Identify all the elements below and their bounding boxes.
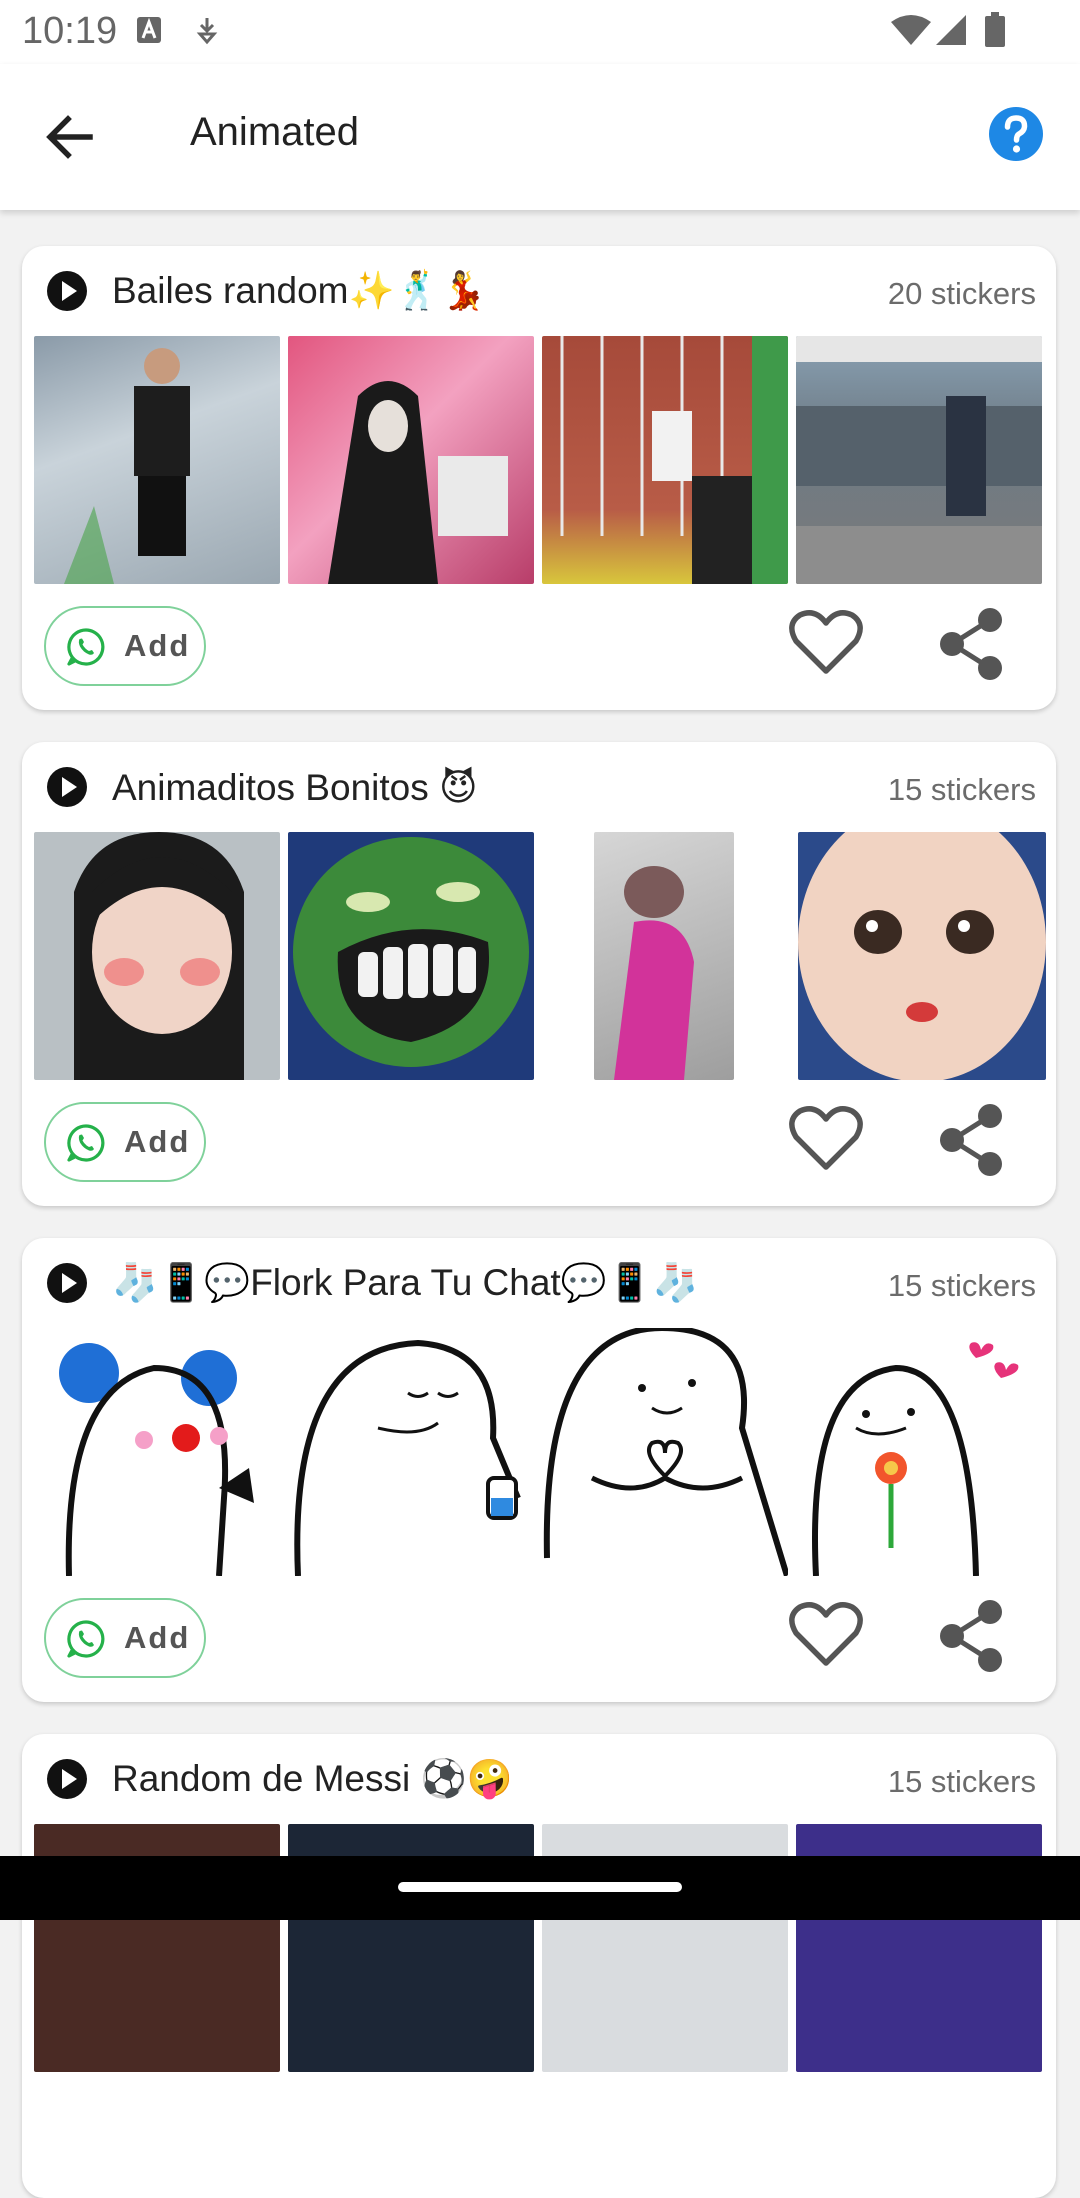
app-bar: Animated bbox=[0, 64, 1080, 210]
sticker-thumbnail bbox=[288, 1328, 534, 1576]
share-icon[interactable] bbox=[936, 606, 1008, 682]
signal-icon bbox=[936, 15, 966, 45]
sticker-pack-card[interactable]: Random de Messi ⚽🤪 15 stickers bbox=[22, 1734, 1056, 2198]
sticker-thumbnail bbox=[288, 336, 534, 584]
home-gesture-handle[interactable] bbox=[398, 1882, 682, 1892]
sticker-thumbnail bbox=[542, 336, 788, 584]
play-icon[interactable] bbox=[46, 766, 88, 808]
sticker-count: 20 stickers bbox=[887, 276, 1036, 311]
sticker-thumbnail bbox=[288, 832, 534, 1080]
pack-title: Bailes random✨🕺💃 bbox=[112, 270, 487, 311]
sticker-thumbnail bbox=[796, 336, 1042, 584]
sticker-previews bbox=[34, 336, 1046, 584]
add-to-whatsapp-button[interactable]: Add bbox=[44, 1102, 206, 1182]
heart-icon[interactable] bbox=[788, 608, 864, 678]
sticker-thumbnail bbox=[542, 1328, 788, 1576]
add-button-label: Add bbox=[124, 1124, 191, 1159]
add-to-whatsapp-button[interactable]: Add bbox=[44, 606, 206, 686]
add-button-label: Add bbox=[124, 1620, 191, 1655]
sticker-count: 15 stickers bbox=[887, 1764, 1036, 1799]
sticker-pack-card[interactable]: Animaditos Bonitos 😈 15 stickers Add bbox=[22, 742, 1056, 1206]
sticker-thumbnail bbox=[34, 832, 280, 1080]
battery-icon bbox=[985, 12, 1005, 47]
whatsapp-icon bbox=[67, 1124, 105, 1162]
play-icon[interactable] bbox=[46, 1262, 88, 1304]
share-icon[interactable] bbox=[936, 1102, 1008, 1178]
pack-title: Animaditos Bonitos 😈 bbox=[112, 767, 478, 808]
heart-icon[interactable] bbox=[788, 1600, 864, 1670]
sticker-pack-card[interactable]: Bailes random✨🕺💃 20 stickers Add bbox=[22, 246, 1056, 710]
status-time: 10:19 bbox=[22, 10, 118, 52]
pack-title: 🧦📱💬Flork Para Tu Chat💬📱🧦 bbox=[112, 1262, 699, 1303]
pack-title: Random de Messi ⚽🤪 bbox=[112, 1758, 513, 1799]
sticker-count: 15 stickers bbox=[887, 772, 1036, 807]
sticker-previews bbox=[34, 1328, 1046, 1576]
text-notification-icon bbox=[137, 17, 161, 43]
download-notification-icon bbox=[196, 18, 218, 45]
sticker-thumbnail bbox=[34, 1328, 280, 1576]
share-icon[interactable] bbox=[936, 1598, 1008, 1674]
status-bar: 10:19 bbox=[0, 0, 1080, 64]
wifi-icon bbox=[891, 15, 931, 45]
whatsapp-icon bbox=[67, 628, 105, 666]
heart-icon[interactable] bbox=[788, 1104, 864, 1174]
sticker-thumbnail bbox=[796, 1328, 1042, 1576]
page-title: Animated bbox=[190, 110, 359, 154]
play-icon[interactable] bbox=[46, 270, 88, 312]
sticker-count: 15 stickers bbox=[887, 1268, 1036, 1303]
navigation-bar bbox=[0, 1856, 1080, 1920]
play-icon[interactable] bbox=[46, 1758, 88, 1800]
add-to-whatsapp-button[interactable]: Add bbox=[44, 1598, 206, 1678]
sticker-thumbnail bbox=[34, 336, 280, 584]
sticker-previews bbox=[34, 832, 1046, 1080]
back-arrow-icon[interactable] bbox=[40, 106, 102, 168]
sticker-thumbnail bbox=[798, 832, 1046, 1080]
add-button-label: Add bbox=[124, 628, 191, 663]
help-icon[interactable] bbox=[988, 106, 1044, 162]
sticker-pack-card[interactable]: 🧦📱💬Flork Para Tu Chat💬📱🧦 15 stickers Add bbox=[22, 1238, 1056, 1702]
sticker-thumbnail bbox=[594, 832, 734, 1080]
whatsapp-icon bbox=[67, 1620, 105, 1658]
